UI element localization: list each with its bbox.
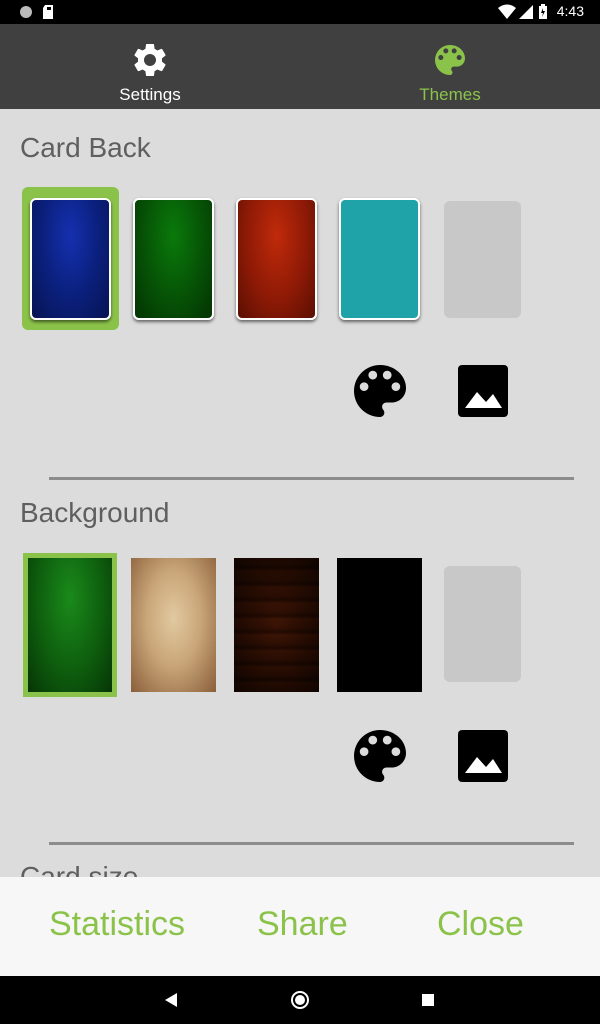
card-back-title: Card Back — [20, 132, 151, 163]
share-button[interactable]: Share — [257, 905, 348, 944]
close-button[interactable]: Close — [437, 905, 524, 944]
bottom-action-bar: Statistics Share Close — [0, 877, 600, 976]
signal-icon — [518, 4, 534, 25]
statistics-button[interactable]: Statistics — [49, 905, 185, 944]
battery-icon — [538, 4, 548, 25]
background-title: Background — [20, 497, 170, 528]
card-back-teal[interactable] — [339, 198, 420, 320]
status-time: 4:43 — [556, 3, 584, 19]
tab-bar: Settings Themes — [0, 24, 600, 109]
background-parchment[interactable] — [131, 558, 216, 692]
card-back-green[interactable] — [133, 198, 214, 320]
sd-card-icon — [42, 4, 56, 25]
recents-icon[interactable] — [421, 993, 435, 1012]
card-back-red[interactable] — [236, 198, 317, 320]
background-green[interactable] — [28, 558, 112, 692]
tab-themes-label: Themes — [419, 85, 481, 104]
background-wood[interactable] — [234, 558, 319, 692]
tab-settings-label: Settings — [119, 85, 181, 104]
card-back-blue[interactable] — [30, 198, 111, 320]
section-divider — [49, 477, 574, 480]
palette-icon[interactable] — [354, 729, 406, 788]
tab-settings[interactable]: Settings — [0, 24, 300, 109]
status-bar: 4:43 — [0, 0, 600, 24]
notification-dot-icon — [18, 4, 34, 25]
tab-themes[interactable]: Themes — [300, 24, 600, 109]
palette-icon[interactable] — [354, 364, 406, 423]
wifi-icon — [497, 4, 517, 25]
back-icon[interactable] — [164, 992, 178, 1013]
background-black[interactable] — [337, 558, 422, 692]
section-divider — [49, 842, 574, 845]
system-nav-bar — [0, 976, 600, 1024]
image-icon[interactable] — [457, 364, 509, 423]
card-back-custom-slot[interactable] — [444, 201, 521, 318]
home-icon[interactable] — [290, 990, 310, 1015]
background-custom-slot[interactable] — [444, 566, 521, 682]
gear-icon — [130, 40, 170, 80]
image-icon[interactable] — [457, 729, 509, 788]
palette-icon — [430, 40, 470, 80]
